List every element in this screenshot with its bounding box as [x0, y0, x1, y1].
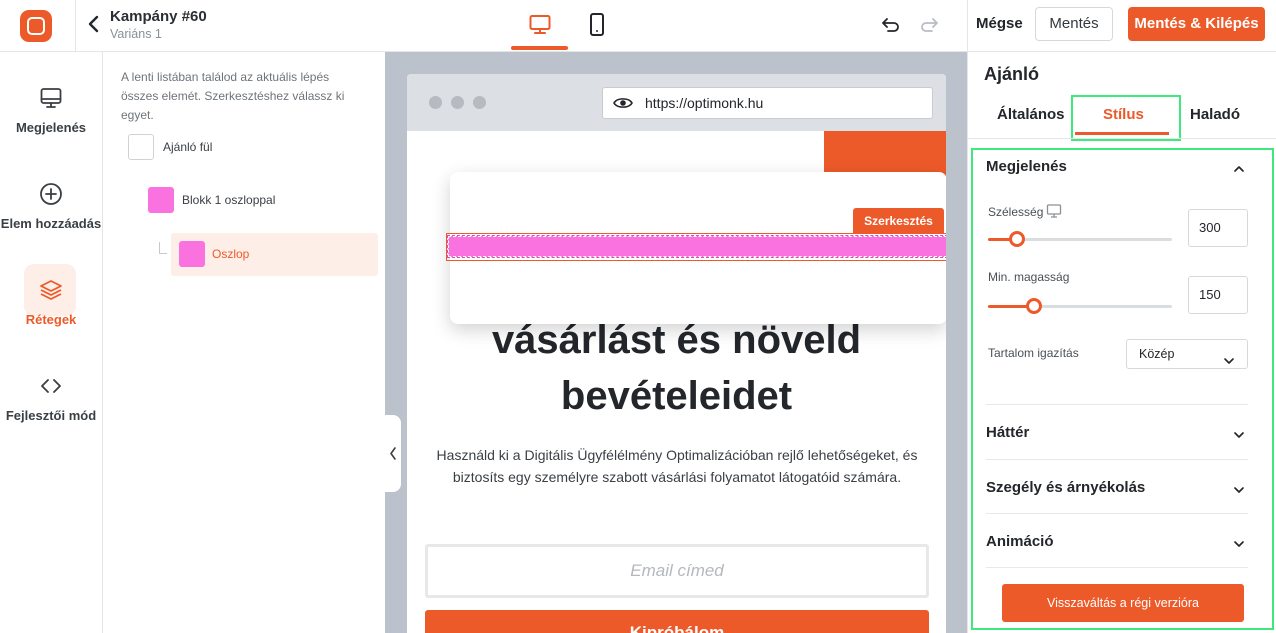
selected-element-outline	[446, 233, 946, 261]
chevron-down-icon[interactable]	[1233, 428, 1245, 440]
section-divider	[986, 404, 1248, 405]
sidebar-item-label: Fejlesztői mód	[5, 408, 97, 423]
logo-mark-icon	[27, 17, 45, 35]
campaign-title: Kampány #60	[110, 8, 207, 25]
desktop-preview-button[interactable]	[511, 10, 568, 50]
sidebar-item-label: Megjelenés	[15, 120, 87, 135]
url-text: https://optimonk.hu	[645, 95, 764, 111]
sidebar-item-label: Rétegek	[25, 312, 77, 327]
monitor-icon	[1046, 204, 1062, 218]
save-and-exit-button[interactable]: Mentés & Kilépés	[1128, 7, 1265, 41]
slider-handle[interactable]	[1026, 298, 1042, 314]
layer-swatch	[179, 241, 205, 267]
width-slider[interactable]	[988, 231, 1172, 247]
edit-tag-button[interactable]: Szerkesztés	[853, 208, 944, 234]
mobile-preview-button[interactable]	[584, 10, 610, 40]
layers-panel: A lenti listában találod az aktuális lép…	[103, 52, 385, 633]
layer-item-block[interactable]: Blokk 1 oszloppal	[148, 187, 368, 213]
tree-connector	[159, 242, 167, 254]
layer-swatch	[148, 187, 174, 213]
chevron-down-icon	[1223, 349, 1235, 364]
submit-button[interactable]: Kipróbálom	[425, 610, 929, 633]
save-button[interactable]: Mentés	[1035, 7, 1113, 41]
divider	[967, 0, 968, 52]
email-placeholder: Email címed	[630, 561, 724, 580]
monitor-icon	[37, 84, 65, 112]
window-dot	[451, 96, 464, 109]
sidebar-item-developer-mode[interactable]: Fejlesztői mód	[0, 372, 102, 423]
switch-to-old-version-button[interactable]: Visszaváltás a régi verzióra	[1002, 584, 1244, 622]
sidebar-item-layers[interactable]: Rétegek	[0, 276, 102, 327]
divider	[75, 0, 76, 52]
min-height-input[interactable]: 150	[1188, 276, 1248, 314]
chevron-down-icon[interactable]	[1233, 483, 1245, 495]
code-icon	[37, 372, 65, 400]
active-tab-indicator	[1075, 132, 1169, 135]
selected-column-block[interactable]	[447, 235, 946, 258]
redo-icon[interactable]	[919, 14, 939, 34]
layer-item-column[interactable]: Oszlop	[179, 241, 379, 267]
section-appearance-header[interactable]: Megjelenés	[986, 158, 1067, 175]
min-height-label: Min. magasság	[988, 270, 1070, 284]
teaser-popup[interactable]: Szerkesztés	[446, 172, 946, 324]
eye-icon	[613, 96, 633, 110]
section-divider	[986, 513, 1248, 514]
left-sidebar: Megjelenés Elem hozzáadás Rétegek Fejles…	[0, 52, 103, 633]
min-height-slider[interactable]	[988, 298, 1172, 314]
layer-label: Ajánló fül	[163, 140, 213, 154]
section-border-shadow-header[interactable]: Szegély és árnyékolás	[986, 479, 1145, 496]
browser-preview: https://optimonk.hu vásárlást és növeld …	[407, 74, 946, 633]
layer-label: Blokk 1 oszloppal	[182, 193, 276, 207]
variant-label: Variáns 1	[110, 27, 162, 41]
properties-panel: Ajánló Általános Stílus Haladó Megjelené…	[967, 52, 1276, 633]
width-label: Szélesség	[988, 205, 1044, 219]
plus-circle-icon	[37, 180, 65, 208]
panel-title: Ajánló	[984, 64, 1040, 84]
section-divider	[986, 567, 1248, 568]
layer-swatch	[128, 134, 154, 160]
cancel-button[interactable]: Mégse	[976, 13, 1023, 35]
page-description: Használd ki a Digitális Ügyfélélmény Opt…	[436, 447, 918, 485]
sidebar-item-label: Elem hozzáadás	[0, 216, 102, 231]
width-input[interactable]: 300	[1188, 209, 1248, 247]
headline-line: bevételeidet	[560, 374, 793, 418]
sidebar-item-add-element[interactable]: Elem hozzáadás	[0, 180, 102, 231]
tab-advanced[interactable]: Haladó	[1190, 106, 1240, 123]
section-background-header[interactable]: Háttér	[986, 424, 1029, 441]
layers-icon	[37, 276, 65, 304]
window-dot	[473, 96, 486, 109]
undo-icon[interactable]	[881, 14, 901, 34]
chevron-down-icon[interactable]	[1233, 537, 1245, 549]
collapse-panel-button[interactable]	[385, 415, 401, 492]
tabs-divider	[968, 138, 1276, 139]
browser-toolbar: https://optimonk.hu	[407, 74, 946, 131]
layers-hint-text: A lenti listában találod az aktuális lép…	[121, 70, 345, 122]
tab-general[interactable]: Általános	[997, 106, 1065, 123]
section-divider	[986, 459, 1248, 460]
layer-label: Oszlop	[212, 247, 250, 261]
chevron-up-icon[interactable]	[1233, 162, 1245, 174]
email-field[interactable]: Email címed	[425, 544, 929, 598]
url-bar: https://optimonk.hu	[602, 87, 933, 119]
layer-item-tab[interactable]: Ajánló fül	[128, 134, 368, 160]
desktop-active-indicator	[511, 46, 568, 50]
window-dot	[429, 96, 442, 109]
page-headline: vásárlást és növeld bevételeidet	[417, 312, 936, 424]
top-bar: Kampány #60 Variáns 1 Mégse Mentés Menté…	[0, 0, 1276, 52]
content-align-select[interactable]: Közép	[1126, 339, 1248, 369]
section-animation-header[interactable]: Animáció	[986, 533, 1054, 550]
select-value: Közép	[1139, 347, 1175, 361]
sidebar-item-appearance[interactable]: Megjelenés	[0, 84, 102, 135]
back-arrow-icon[interactable]	[86, 13, 102, 35]
editor-canvas[interactable]: https://optimonk.hu vásárlást és növeld …	[385, 52, 967, 633]
content-align-label: Tartalom igazítás	[988, 346, 1079, 360]
